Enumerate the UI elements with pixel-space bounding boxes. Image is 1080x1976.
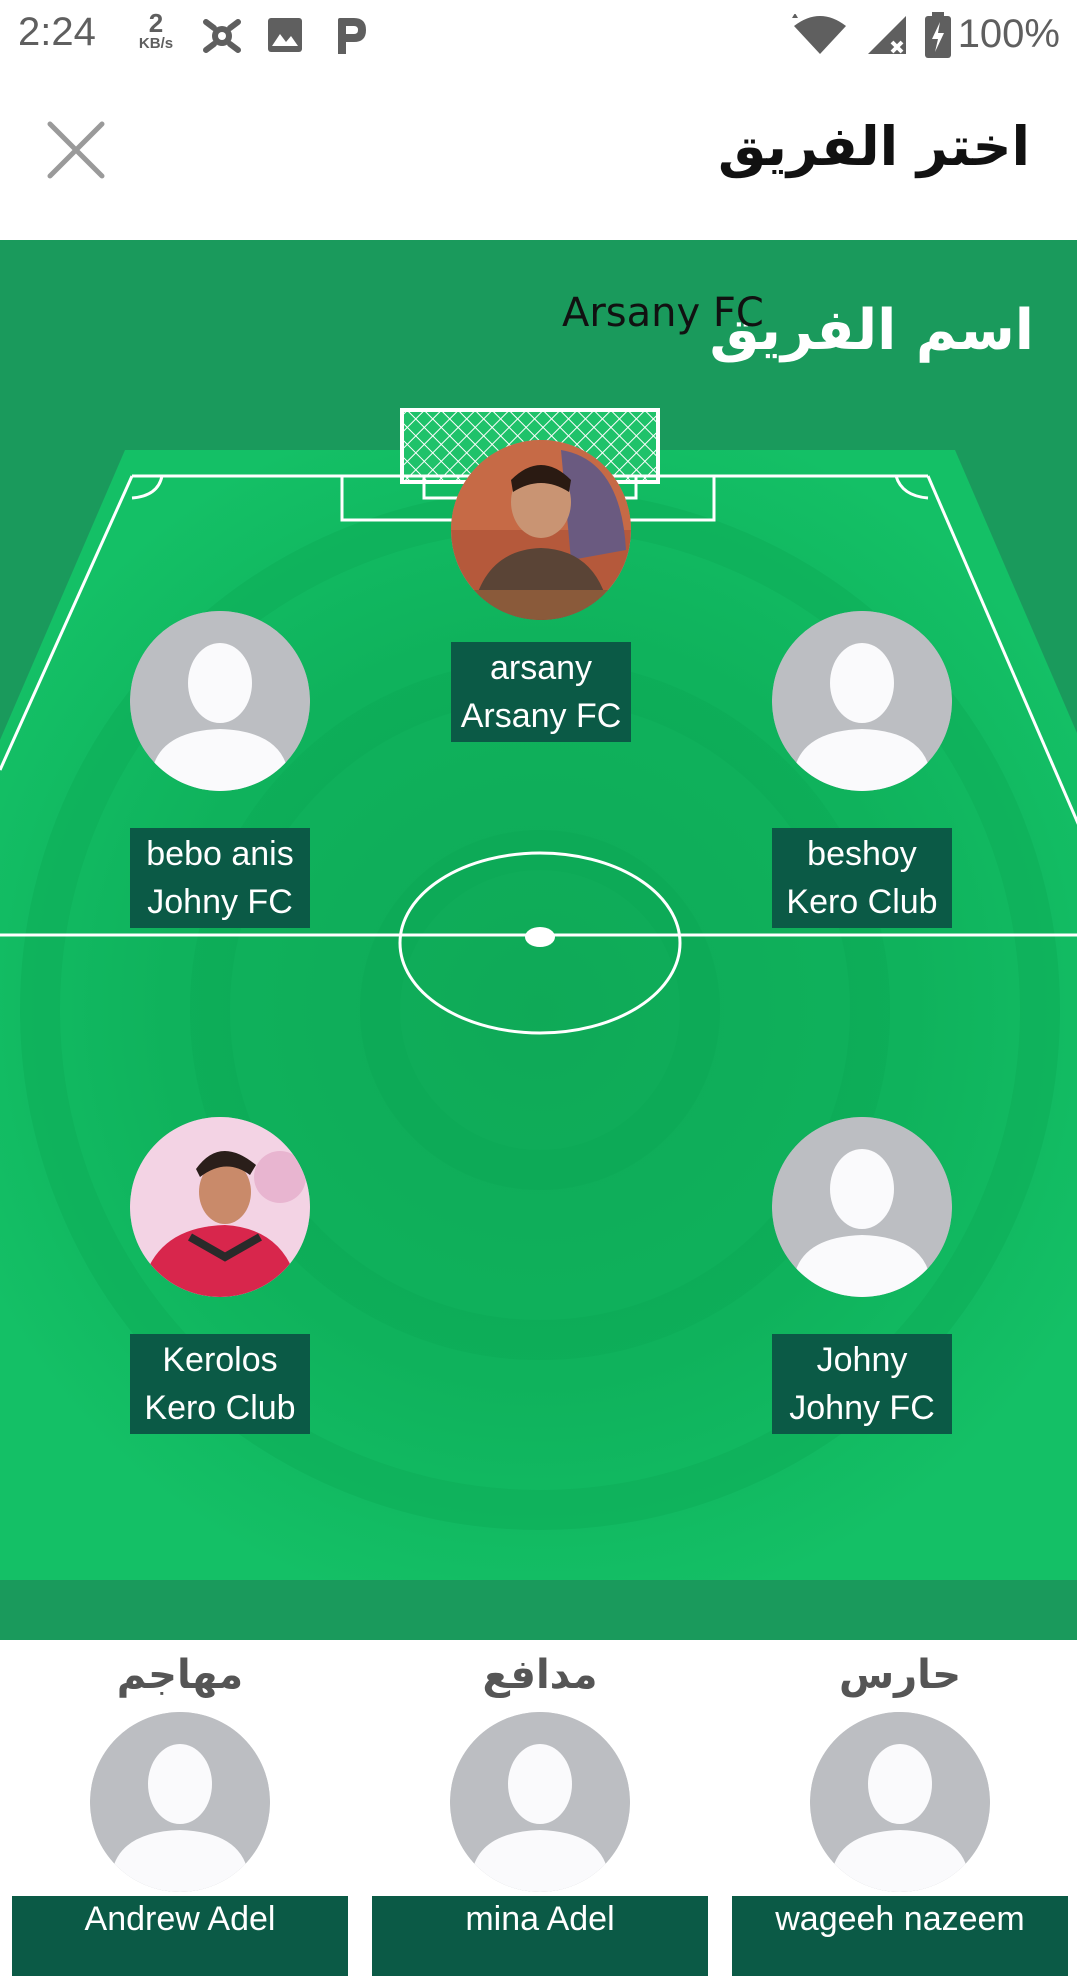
signal-icon bbox=[866, 14, 910, 60]
player-club: Arsany FC bbox=[460, 697, 622, 735]
bench-avatar[interactable] bbox=[810, 1712, 990, 1892]
bench-role-goalkeeper: حارس bbox=[838, 1652, 962, 1698]
player-name: Johny bbox=[816, 1341, 908, 1379]
player-slot-beshoy[interactable]: beshoy Kero Club bbox=[772, 611, 952, 928]
network-speed: 2 KB/s bbox=[138, 8, 174, 52]
page-title: اختر الفريق bbox=[717, 115, 1030, 178]
player-club: Johny FC bbox=[147, 883, 293, 921]
player-slot-johny[interactable]: Johny Johny FC bbox=[772, 1117, 952, 1434]
player-name: arsany bbox=[489, 649, 593, 687]
avatar-placeholder bbox=[772, 611, 952, 791]
avatar-placeholder bbox=[130, 611, 310, 791]
person-silhouette-icon bbox=[130, 611, 310, 791]
player-slot-kerolos[interactable]: Kerolos Kero Club bbox=[130, 1117, 310, 1434]
person-silhouette-icon bbox=[810, 1712, 990, 1892]
bench-role-defender: مدافع bbox=[482, 1652, 598, 1698]
bench-role-forward: مهاجم bbox=[116, 1652, 244, 1698]
player-name-label: arsany Arsany FC bbox=[451, 642, 631, 742]
close-icon bbox=[47, 121, 105, 179]
player-name: beshoy bbox=[807, 835, 917, 873]
battery-percent: 100% bbox=[957, 12, 1060, 56]
wifi-icon bbox=[792, 13, 848, 60]
player-name: bebo anis bbox=[146, 835, 294, 873]
player-club: Kero Club bbox=[786, 883, 938, 921]
bench-player-name[interactable]: mina Adel bbox=[372, 1896, 708, 1976]
p-icon bbox=[334, 16, 370, 60]
image-icon bbox=[266, 16, 304, 58]
bug-icon bbox=[200, 16, 244, 60]
team-name-value: Arsany FC bbox=[562, 290, 764, 336]
player-slot-arsany[interactable]: arsany Arsany FC bbox=[451, 440, 631, 742]
player-name-label: beshoy Kero Club bbox=[772, 828, 952, 928]
player-slot-bebo-anis[interactable]: bebo anis Johny FC bbox=[130, 611, 310, 928]
battery-charging-icon bbox=[925, 12, 951, 62]
close-button[interactable] bbox=[44, 118, 108, 182]
pitch-area: اسم الفريق Arsany FC arsany Arsany FC be… bbox=[0, 240, 1080, 1640]
player-name-label: bebo anis Johny FC bbox=[130, 828, 310, 928]
player-photo bbox=[130, 1117, 310, 1297]
avatar-placeholder bbox=[772, 1117, 952, 1297]
status-time: 2:24 bbox=[18, 10, 96, 54]
person-silhouette-icon bbox=[450, 1712, 630, 1892]
bench-avatar[interactable] bbox=[450, 1712, 630, 1892]
status-bar: 2:24 2 KB/s 100% bbox=[0, 0, 1080, 72]
player-photo bbox=[451, 440, 631, 620]
person-silhouette-icon bbox=[90, 1712, 270, 1892]
player-name-label: Kerolos Kero Club bbox=[130, 1334, 310, 1434]
player-club: Johny FC bbox=[789, 1389, 935, 1427]
player-club: Kero Club bbox=[144, 1389, 296, 1427]
person-silhouette-icon bbox=[772, 1117, 952, 1297]
person-silhouette-icon bbox=[772, 611, 952, 791]
bench-player-name[interactable]: wageeh nazeem bbox=[732, 1896, 1068, 1976]
bench-avatar[interactable] bbox=[90, 1712, 270, 1892]
player-name: Kerolos bbox=[162, 1341, 278, 1379]
bench-player-name[interactable]: Andrew Adel bbox=[12, 1896, 348, 1976]
player-name-label: Johny Johny FC bbox=[772, 1334, 952, 1434]
bench-section: مهاجم Andrew Adel مدافع mina Adel حارس w… bbox=[0, 1640, 1080, 1976]
